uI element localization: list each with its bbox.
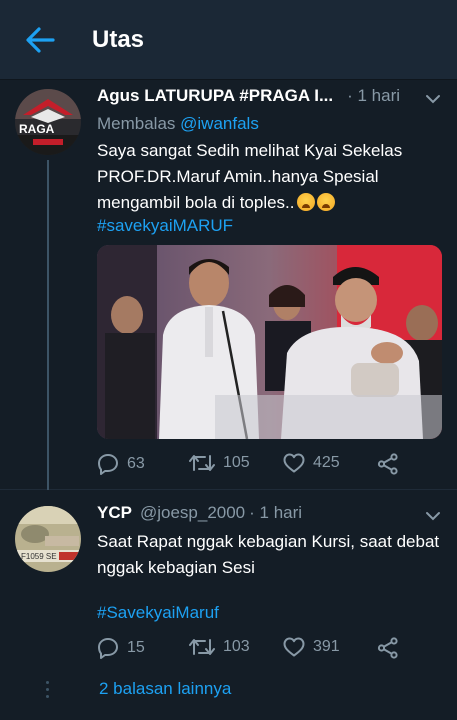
back-arrow-icon [26, 27, 55, 53]
tweet-media-image[interactable] [97, 245, 442, 439]
display-name[interactable]: YCP [97, 503, 132, 523]
tweet[interactable]: RAGA Agus LATURUPA #PRAGA I... · 1 hari … [0, 80, 457, 490]
chevron-down-icon[interactable] [425, 93, 441, 105]
back-button[interactable] [20, 22, 60, 58]
tweet-text: Saya sangat Sedih melihat Kyai Sekelas P… [97, 138, 442, 216]
tweet-actions: 15 103 391 [97, 637, 417, 663]
tweet-header: Agus LATURUPA #PRAGA I... · 1 hari [97, 86, 437, 110]
chevron-down-icon[interactable] [425, 510, 441, 522]
reply-button[interactable]: 63 [97, 453, 145, 475]
tweet-time: · 1 hari [249, 503, 303, 522]
hashtag-link[interactable]: #savekyaiMARUF [97, 216, 233, 236]
like-button[interactable]: 391 [283, 637, 340, 657]
crying-face-emoji-icon [296, 193, 315, 211]
reply-icon [98, 638, 118, 659]
avatar-image: F1059 SE [15, 506, 81, 572]
more-replies-link[interactable]: 2 balasan lainnya [99, 679, 231, 699]
retweet-button[interactable]: 105 [189, 453, 250, 473]
tweet-time: · 1 hari [347, 86, 401, 105]
like-icon [283, 637, 305, 657]
reply-button[interactable]: 15 [97, 637, 145, 659]
tweet-actions: 63 105 425 [97, 453, 417, 479]
reply-count: 63 [127, 455, 145, 472]
photo-two-men-at-podium [97, 245, 442, 439]
tweet-body: Saya sangat Sedih melihat Kyai Sekelas P… [97, 141, 403, 212]
share-button[interactable] [377, 637, 399, 659]
display-name[interactable]: Agus LATURUPA #PRAGA I... [97, 86, 333, 106]
share-icon [377, 453, 398, 475]
retweet-button[interactable]: 103 [189, 637, 250, 657]
like-button[interactable]: 425 [283, 453, 340, 473]
app-header: Utas [0, 0, 457, 80]
share-button[interactable] [377, 453, 399, 475]
reply-prefix: Membalas [97, 114, 181, 133]
avatar[interactable]: RAGA [15, 89, 81, 155]
reply-handle-link[interactable]: @iwanfals [180, 114, 259, 133]
tweet[interactable]: F1059 SE YCP @joesp_2000 · 1 hari Saat R… [0, 491, 457, 720]
share-icon [377, 637, 398, 659]
avatar[interactable]: F1059 SE [15, 506, 81, 572]
svg-text:RAGA: RAGA [19, 122, 55, 136]
page-title: Utas [92, 26, 145, 53]
retweet-count: 103 [223, 638, 250, 655]
retweet-icon [189, 639, 215, 655]
crying-face-emoji-icon [316, 193, 335, 211]
tweet-header: YCP @joesp_2000 · 1 hari [97, 503, 437, 527]
hashtag-link[interactable]: #SavekyaiMaruf [97, 603, 219, 623]
thread-line [47, 160, 49, 490]
tweet-text: Saat Rapat nggak kebagian Kursi, saat de… [97, 532, 440, 577]
like-icon [283, 453, 305, 473]
avatar-image: RAGA [15, 89, 81, 155]
thread-dots [46, 681, 50, 702]
reply-count: 15 [127, 639, 145, 656]
reply-icon [98, 454, 118, 475]
retweet-icon [189, 455, 215, 471]
svg-text:F1059 SE: F1059 SE [21, 552, 57, 561]
like-count: 391 [313, 638, 340, 655]
retweet-count: 105 [223, 454, 250, 471]
like-count: 425 [313, 454, 340, 471]
reply-to: Membalas @iwanfals [97, 114, 259, 134]
user-handle[interactable]: @joesp_2000 [140, 503, 245, 523]
